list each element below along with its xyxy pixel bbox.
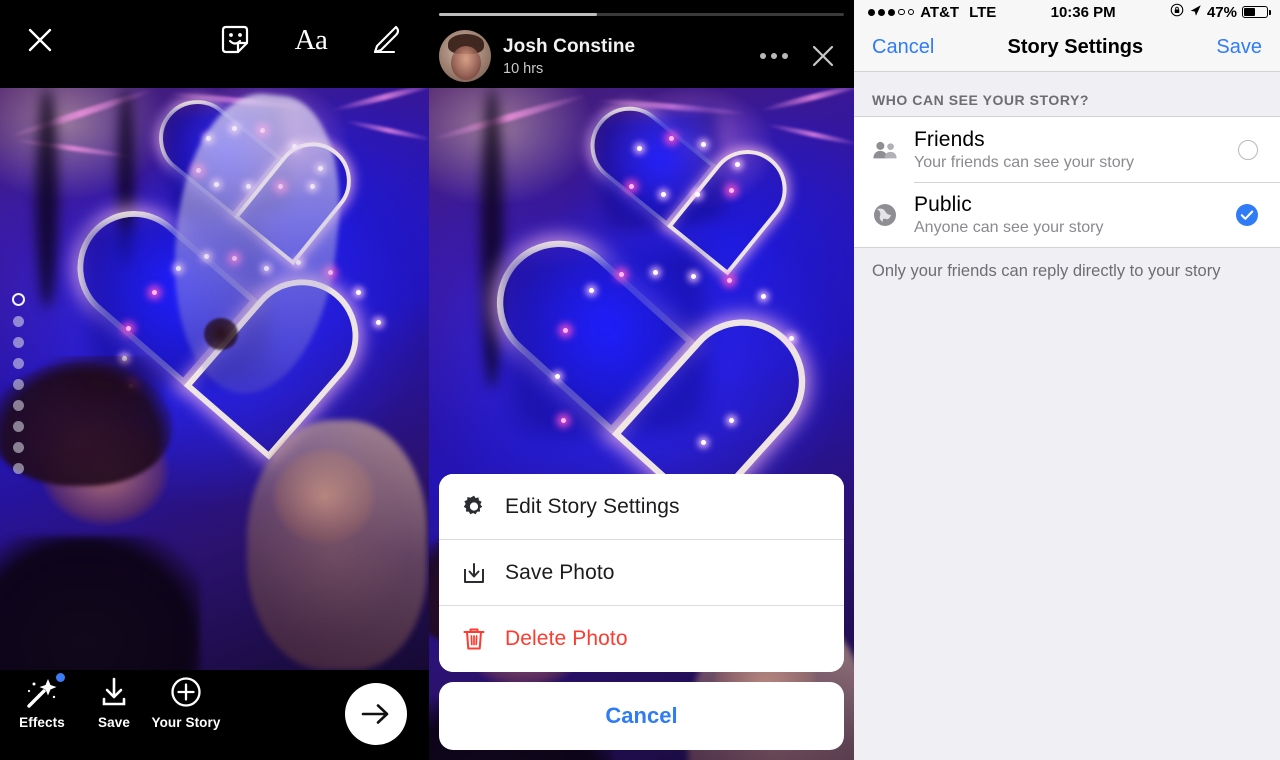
trash-icon (461, 626, 505, 652)
filter-dot[interactable] (13, 316, 24, 327)
signal-strength-icon (868, 8, 915, 16)
filter-dot[interactable] (13, 442, 24, 453)
composer-bottom-bar: Effects Save Your Story (0, 670, 429, 760)
save-label: Save (98, 715, 130, 730)
close-icon[interactable] (24, 24, 56, 56)
save-button[interactable]: Save (78, 676, 150, 730)
effects-label: Effects (19, 715, 65, 730)
action-label: Delete Photo (505, 627, 628, 650)
network-label: LTE (969, 3, 997, 21)
location-arrow-icon (1189, 4, 1202, 21)
heart-light-decoration (587, 101, 734, 239)
action-label: Save Photo (505, 560, 615, 584)
rotation-lock-icon (1170, 3, 1184, 21)
download-box-icon (461, 560, 505, 586)
action-edit-story-settings[interactable]: Edit Story Settings (439, 474, 844, 540)
filter-carousel[interactable] (12, 293, 25, 474)
story-viewer-panel: Josh Constine 10 hrs Edit Story Settings (429, 0, 854, 760)
cancel-button[interactable]: Cancel (872, 36, 934, 59)
effects-badge (56, 673, 65, 682)
next-arrow-button[interactable] (345, 683, 407, 745)
action-sheet: Edit Story Settings Save Photo Delete Ph… (439, 474, 844, 672)
page-title: Story Settings (1007, 36, 1144, 58)
radio-selected-icon[interactable] (1236, 203, 1258, 226)
veil-knot (204, 318, 238, 350)
magic-wand-icon (27, 679, 57, 708)
option-subtitle: Anyone can see your story (914, 218, 1104, 236)
action-sheet-cancel-button[interactable]: Cancel (439, 682, 844, 750)
arrow-right-icon (361, 704, 389, 724)
option-title: Friends (914, 127, 985, 151)
radio-unselected-icon[interactable] (1238, 139, 1258, 160)
status-bar-time: 10:36 PM (1050, 3, 1116, 21)
section-header: WHO CAN SEE YOUR STORY? (854, 72, 1280, 116)
option-public[interactable]: Public Anyone can see your story (854, 182, 1280, 247)
filter-dot[interactable] (13, 379, 24, 390)
filter-dot[interactable] (13, 400, 24, 411)
filter-dot[interactable] (13, 463, 24, 474)
person-left (0, 356, 224, 670)
sticker-icon[interactable] (215, 20, 255, 60)
story-progress-fill (439, 13, 597, 16)
cancel-label: Cancel (605, 703, 678, 728)
carrier-label: AT&T (920, 3, 960, 21)
three-panel-screenshot: Choose to share or send directly to cert… (0, 0, 1280, 760)
avatar[interactable] (439, 30, 491, 82)
person-right (233, 410, 427, 670)
heart-light-decoration (494, 240, 719, 449)
privacy-options-list: Friends Your friends can see your story … (854, 116, 1280, 248)
filter-dot-selected[interactable] (12, 293, 25, 306)
action-save-photo[interactable]: Save Photo (439, 540, 844, 606)
gear-icon (461, 494, 505, 520)
photo-shadow (36, 88, 58, 308)
ellipsis-icon[interactable] (760, 53, 788, 59)
story-settings-panel: AT&T LTE 10:36 PM 47% Cancel Story Setti… (854, 0, 1280, 760)
story-progress-bar[interactable] (439, 13, 844, 16)
friends-icon (872, 139, 914, 161)
footer-note: Only your friends can reply directly to … (872, 262, 1221, 280)
download-icon (102, 677, 126, 706)
composer-toolbar: Aa (0, 0, 429, 88)
plus-circle-icon (171, 677, 201, 707)
battery-percent-label: 47% (1206, 3, 1237, 21)
action-delete-photo[interactable]: Delete Photo (439, 606, 844, 672)
filter-dot[interactable] (13, 358, 24, 369)
text-icon[interactable]: Aa (291, 20, 331, 60)
story-composer-panel: Choose to share or send directly to cert… (0, 0, 429, 760)
option-friends[interactable]: Friends Your friends can see your story (854, 117, 1280, 182)
settings-navbar: Cancel Story Settings Save (854, 24, 1280, 72)
author-name: Josh Constine (503, 35, 636, 57)
text-tool-label: Aa (294, 23, 328, 56)
status-bar: AT&T LTE 10:36 PM 47% (854, 0, 1280, 24)
story-viewer-header: Josh Constine 10 hrs (429, 24, 854, 88)
your-story-button[interactable]: Your Story (150, 676, 222, 730)
story-timestamp: 10 hrs (503, 60, 544, 77)
action-label: Edit Story Settings (505, 494, 680, 518)
composer-photo[interactable]: Choose to share or send directly to cert… (0, 88, 429, 670)
filter-dot[interactable] (13, 421, 24, 432)
globe-icon (872, 202, 914, 228)
option-title: Public (914, 192, 972, 216)
filter-dot[interactable] (13, 337, 24, 348)
effects-button[interactable]: Effects (6, 673, 78, 730)
option-subtitle: Your friends can see your story (914, 153, 1134, 171)
battery-icon (1242, 6, 1271, 18)
your-story-label: Your Story (151, 715, 221, 730)
draw-icon[interactable] (367, 20, 407, 60)
close-icon[interactable] (810, 43, 836, 69)
save-button[interactable]: Save (1216, 36, 1262, 59)
